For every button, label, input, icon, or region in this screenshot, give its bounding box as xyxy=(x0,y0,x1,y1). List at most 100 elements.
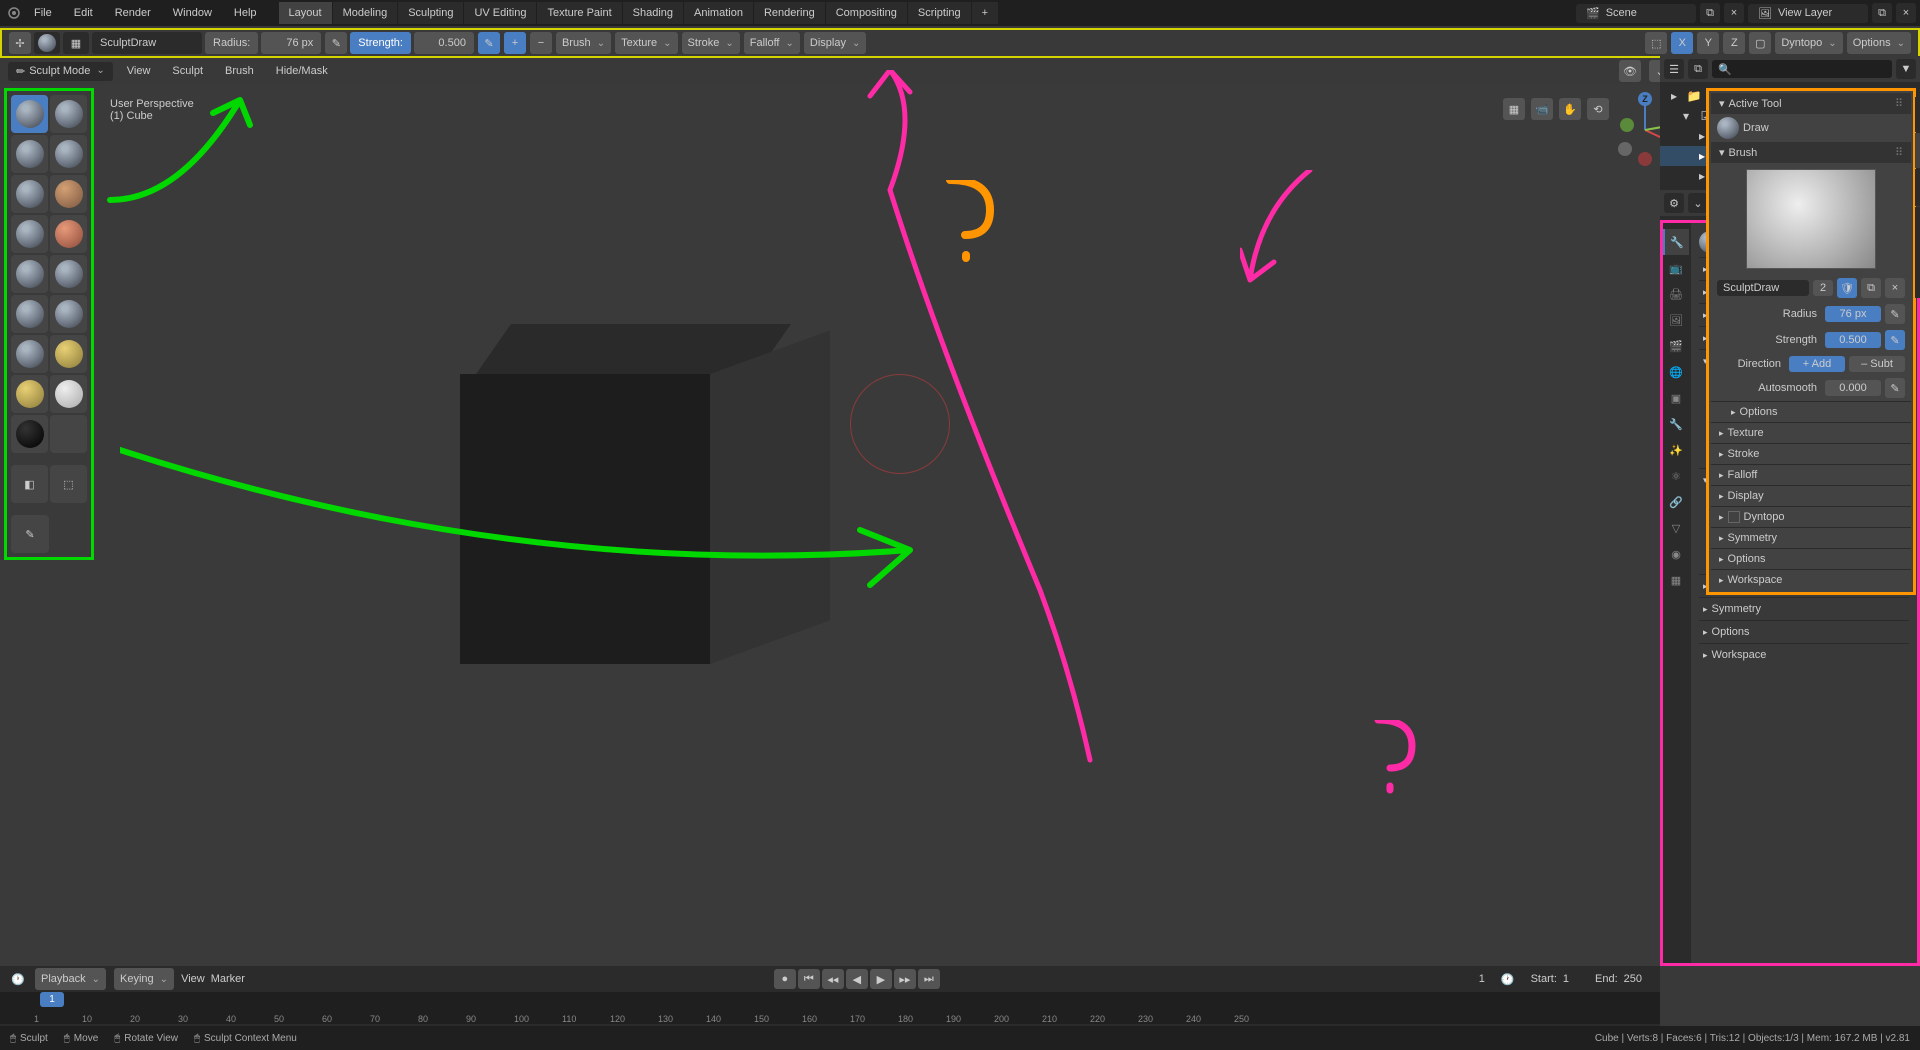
props-tab-scene-icon[interactable]: 🎬 xyxy=(1663,333,1689,359)
tool-scrape[interactable] xyxy=(50,295,87,333)
playhead[interactable]: 1 xyxy=(40,992,64,1007)
tool-nudge[interactable] xyxy=(11,415,48,453)
symmetry-section[interactable]: Symmetry xyxy=(1711,527,1911,548)
symmetry-icon[interactable]: ⬚ xyxy=(1645,32,1667,54)
tool-rotate[interactable] xyxy=(50,415,87,453)
mirror-z[interactable]: Z xyxy=(1723,32,1745,54)
brush-name-field[interactable]: SculptDraw xyxy=(1717,280,1809,296)
strength-field[interactable]: 0.500 xyxy=(1825,332,1881,348)
current-frame[interactable]: 1 xyxy=(1469,971,1495,987)
props-tab-viewlayer-icon[interactable]: 🖼 xyxy=(1663,307,1689,333)
mirror-x[interactable]: X xyxy=(1671,32,1693,54)
texture-dropdown[interactable]: Texture xyxy=(615,32,677,54)
menu-render[interactable]: Render xyxy=(105,3,161,23)
render-region-icon[interactable]: ▦ xyxy=(1503,98,1525,120)
tool-thumb[interactable] xyxy=(50,375,87,413)
marker-menu[interactable]: Marker xyxy=(211,973,245,985)
pan-icon[interactable]: ✋ xyxy=(1559,98,1581,120)
radius-field[interactable]: 76 px xyxy=(1825,306,1881,322)
mode-selector[interactable]: ✏Sculpt Mode xyxy=(8,62,113,81)
tool-inflate[interactable] xyxy=(50,175,87,213)
view-menu[interactable]: View xyxy=(119,62,159,80)
tool-layer[interactable] xyxy=(11,175,48,213)
tool-clay-strips[interactable] xyxy=(50,135,87,173)
timeline-track[interactable]: 1 11020304050607080901001101201301401501… xyxy=(0,992,1660,1024)
prev-key-icon[interactable]: ◂◂ xyxy=(822,969,844,989)
npanel-tab-view[interactable]: View xyxy=(1915,169,1920,207)
brush-menu[interactable]: Brush xyxy=(217,62,262,80)
options-dropdown[interactable]: Options xyxy=(1847,32,1911,54)
playback-menu[interactable]: Playback xyxy=(35,968,106,990)
filter-icon[interactable]: ⧉ xyxy=(1688,59,1708,79)
props-symmetry-section[interactable]: Symmetry xyxy=(1699,597,1909,620)
tool-snake-hook[interactable] xyxy=(11,375,48,413)
strength-pressure[interactable]: ✎ xyxy=(1885,330,1905,350)
tool-pinch[interactable] xyxy=(11,335,48,373)
camera-icon[interactable]: 📹 xyxy=(1531,98,1553,120)
brush-preview-icon[interactable] xyxy=(34,32,60,54)
workspace-tab[interactable]: Rendering xyxy=(754,2,825,24)
tool-flatten[interactable] xyxy=(50,255,87,293)
tool-box-mask[interactable]: ⬚ xyxy=(50,465,87,503)
mirror-y[interactable]: Y xyxy=(1697,32,1719,54)
tool-annotate[interactable]: ✎ xyxy=(11,515,49,553)
workspace-tab[interactable]: Compositing xyxy=(826,2,907,24)
start-frame[interactable]: 1 xyxy=(1563,973,1569,985)
stroke-dropdown[interactable]: Stroke xyxy=(682,32,740,54)
strength-value[interactable]: 0.500 xyxy=(414,32,474,54)
falloff-section[interactable]: Falloff xyxy=(1711,464,1911,485)
options-subsection[interactable]: Options xyxy=(1711,401,1911,422)
tool-draw-sharp[interactable] xyxy=(50,95,87,133)
workspace-tab[interactable]: Animation xyxy=(684,2,753,24)
scene-close[interactable]: × xyxy=(1724,3,1744,23)
viewlayer-selector[interactable]: 🖼 View Layer xyxy=(1748,4,1868,23)
hidemask-menu[interactable]: Hide/Mask xyxy=(268,62,336,80)
editor-type-timeline-icon[interactable]: 🕐 xyxy=(8,969,28,989)
workspace-tab[interactable]: Shading xyxy=(623,2,683,24)
menu-help[interactable]: Help xyxy=(224,3,267,23)
props-tab-render-icon[interactable]: 📺 xyxy=(1663,255,1689,281)
props-tab-world-icon[interactable]: 🌐 xyxy=(1663,359,1689,385)
display-section[interactable]: Display xyxy=(1711,485,1911,506)
props-tab-physics-icon[interactable]: ⚛ xyxy=(1663,463,1689,489)
radius-pressure[interactable]: ✎ xyxy=(1885,304,1905,324)
props-tab-constraint-icon[interactable]: 🔗 xyxy=(1663,489,1689,515)
tool-box-hide[interactable]: ◧ xyxy=(11,465,48,503)
direction-sub[interactable]: − xyxy=(530,32,552,54)
outliner-search[interactable]: 🔍 xyxy=(1712,60,1892,78)
jump-start-icon[interactable]: ⏮ xyxy=(798,969,820,989)
brush-name-input[interactable]: SculptDraw xyxy=(92,32,202,54)
tool-blob[interactable] xyxy=(11,215,48,253)
jump-end-icon[interactable]: ⏭ xyxy=(918,969,940,989)
workspace-tab[interactable]: Sculpting xyxy=(398,2,463,24)
props-tab-mesh-icon[interactable]: ▽ xyxy=(1663,515,1689,541)
workspace-tab[interactable]: Layout xyxy=(279,2,332,24)
play-reverse-icon[interactable]: ◀ xyxy=(846,969,868,989)
unlink-brush-icon[interactable]: × xyxy=(1885,278,1905,298)
tool-grab[interactable] xyxy=(50,335,87,373)
radius-pressure-icon[interactable]: ✎ xyxy=(325,32,347,54)
dyntopo-dropdown[interactable]: Dyntopo xyxy=(1775,32,1842,54)
fake-user-icon[interactable]: 🛡 xyxy=(1837,278,1857,298)
props-tab-tool-icon[interactable]: 🔧 xyxy=(1663,229,1689,255)
scene-browse[interactable]: ⧉ xyxy=(1700,3,1720,23)
active-tool-header[interactable]: ▾ Active Tool⠿ xyxy=(1711,93,1911,114)
tool-crease[interactable] xyxy=(50,215,87,253)
falloff-dropdown[interactable]: Falloff xyxy=(744,32,800,54)
copy-brush-icon[interactable]: ⧉ xyxy=(1861,278,1881,298)
editor-type-properties-icon[interactable]: ⚙ xyxy=(1664,193,1684,213)
props-tab-modifier-icon[interactable]: 🔧 xyxy=(1663,411,1689,437)
brush-preview-thumbnail[interactable] xyxy=(1746,169,1876,269)
props-tab-material-icon[interactable]: ◉ xyxy=(1663,541,1689,567)
autokey-icon[interactable]: ● xyxy=(774,969,796,989)
tool-clay[interactable] xyxy=(11,135,48,173)
workspace-tab[interactable]: Scripting xyxy=(908,2,971,24)
brush-dropdown[interactable]: Brush xyxy=(556,32,611,54)
tool-fill[interactable] xyxy=(11,295,48,333)
texture-preview-icon[interactable]: ▦ xyxy=(63,32,89,54)
workspace-tab[interactable]: Modeling xyxy=(333,2,398,24)
autosmooth-field[interactable]: 0.000 xyxy=(1825,380,1881,396)
filter-funnel-icon[interactable]: ▼ xyxy=(1896,59,1916,79)
sculpt-menu[interactable]: Sculpt xyxy=(164,62,211,80)
properties-dropdown-icon[interactable]: ⌄ xyxy=(1688,193,1708,213)
